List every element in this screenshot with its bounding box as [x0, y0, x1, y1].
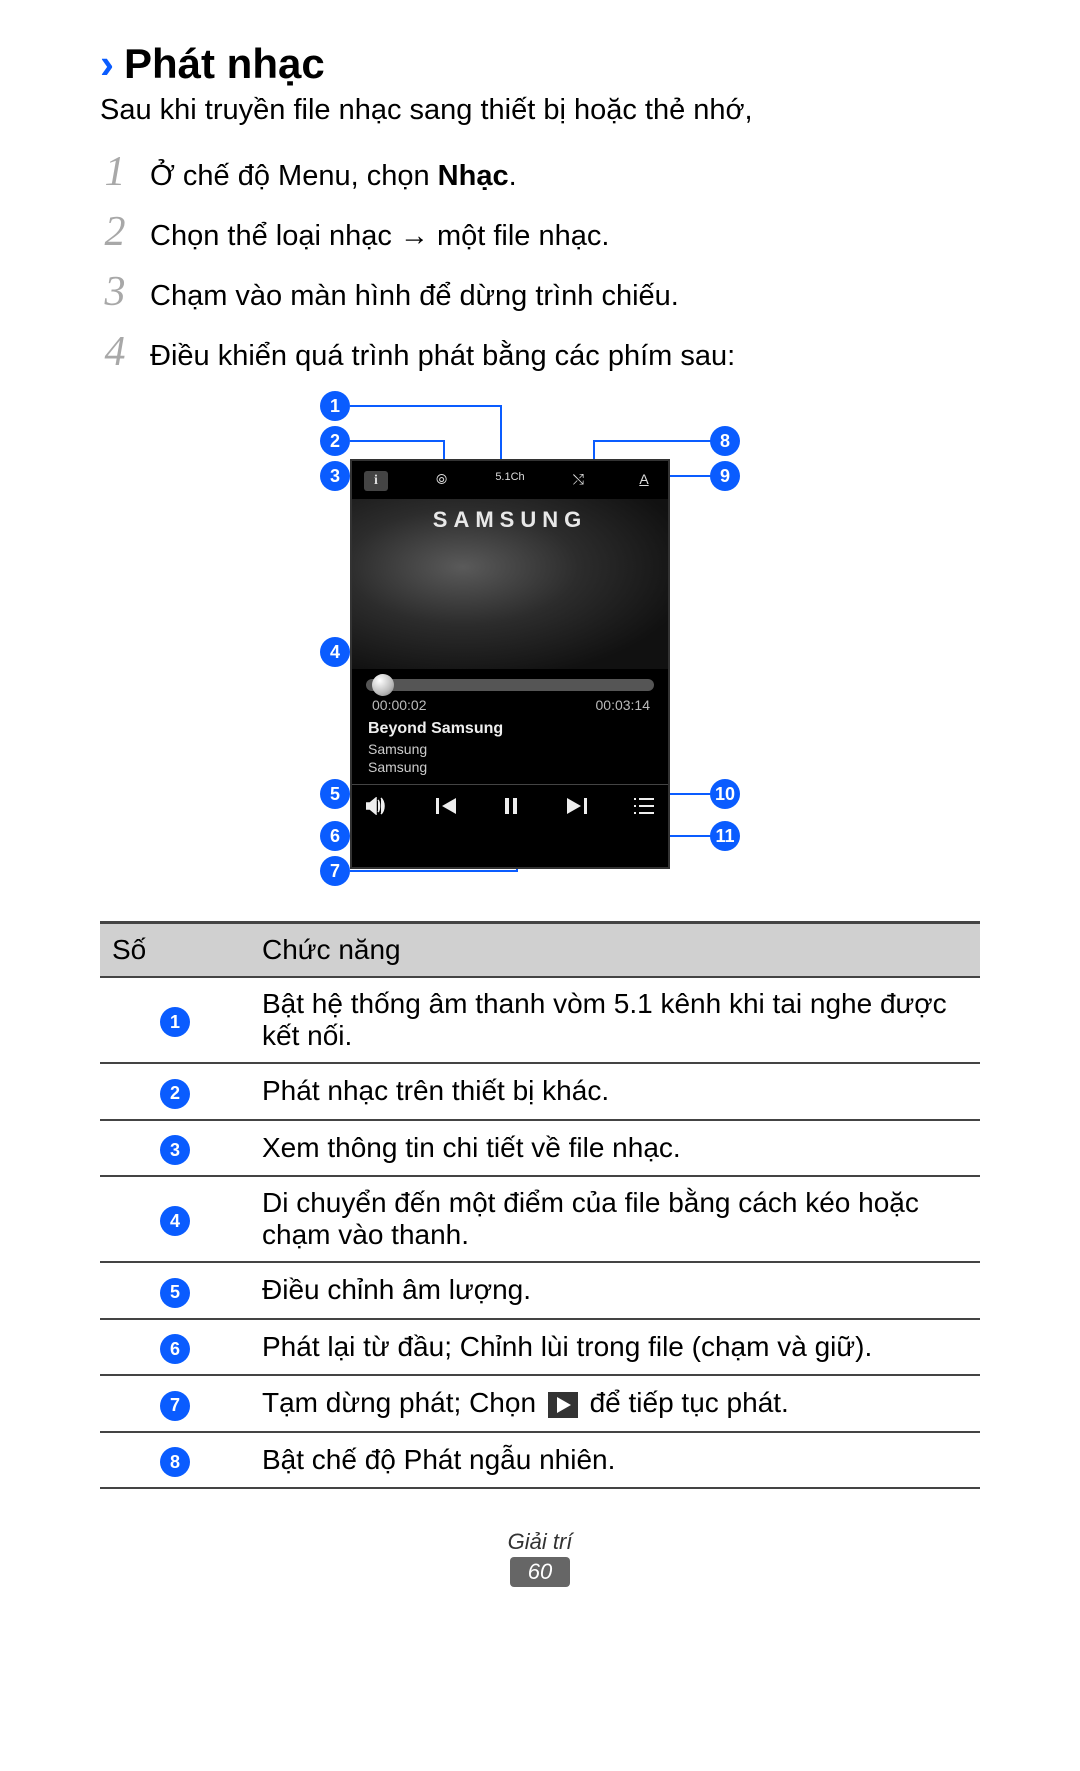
table-header-func: Chức năng [250, 923, 980, 978]
callout-badge-7: 7 [320, 856, 350, 886]
time-elapsed: 00:00:02 [372, 697, 427, 713]
callout-badge-2: 2 [320, 426, 350, 456]
shuffle-icon: ⤭ [566, 471, 590, 491]
album-cover: SAMSUNG [352, 499, 668, 669]
track-artist: Samsung [368, 740, 652, 758]
table-cell-func: Bật hệ thống âm thanh vòm 5.1 kênh khi t… [250, 977, 980, 1063]
step-4: 4 Điều khiển quá trình phát bằng các phí… [100, 331, 980, 373]
callout-badge: 7 [160, 1391, 190, 1421]
brand-text: SAMSUNG [433, 507, 587, 533]
progress-bar [366, 679, 654, 691]
table-cell-func: Điều chỉnh âm lượng. [250, 1262, 980, 1319]
callout-badge: 4 [160, 1206, 190, 1236]
player-mockup: i ⦾ 5.1Ch ⤭ A SAMSUNG 00:00:02 00:03:14 … [350, 459, 670, 869]
step-text: Điều khiển quá trình phát bằng các phím … [150, 340, 735, 373]
player-topbar: i ⦾ 5.1Ch ⤭ A [352, 461, 668, 499]
table-cell-num: 2 [100, 1063, 250, 1120]
table-cell-num: 7 [100, 1375, 250, 1432]
table-cell-num: 3 [100, 1120, 250, 1177]
step-number: 1 [100, 151, 130, 193]
table-row: 6 Phát lại từ đầu; Chỉnh lùi trong file (… [100, 1319, 980, 1376]
player-controls [352, 784, 668, 832]
callout-badge-8: 8 [710, 426, 740, 456]
callout-badge-9: 9 [710, 461, 740, 491]
table-cell-func: Tạm dừng phát; Chọn để tiếp tục phát. [250, 1375, 980, 1432]
step-number: 4 [100, 331, 130, 373]
callout-badge: 6 [160, 1334, 190, 1364]
callout-badge: 8 [160, 1447, 190, 1477]
step-number: 3 [100, 271, 130, 313]
callout-badge: 3 [160, 1135, 190, 1165]
step-text: Chạm vào màn hình để dừng trình chiếu. [150, 280, 679, 313]
time-row: 00:00:02 00:03:14 [352, 695, 668, 719]
table-cell-num: 4 [100, 1176, 250, 1262]
pause-icon [503, 798, 519, 819]
table-cell-func: Xem thông tin chi tiết về file nhạc. [250, 1120, 980, 1177]
table-cell-func: Phát lại từ đầu; Chỉnh lùi trong file (c… [250, 1319, 980, 1376]
functions-table: Số Chức năng 1 Bật hệ thống âm thanh vòm … [100, 921, 980, 1489]
table-row: 4 Di chuyển đến một điểm của file bằng cá… [100, 1176, 980, 1262]
track-album: Samsung [368, 758, 652, 776]
table-row: 7 Tạm dừng phát; Chọn để tiếp tục phát. [100, 1375, 980, 1432]
prev-icon [436, 798, 456, 819]
step-number: 2 [100, 211, 130, 253]
step-3: 3 Chạm vào màn hình để dừng trình chiếu. [100, 271, 980, 313]
volume-icon [366, 797, 388, 820]
callout-badge-4: 4 [320, 637, 350, 667]
repeat-icon: A [632, 471, 656, 491]
progress-knob [372, 674, 394, 696]
play-icon [548, 1392, 578, 1418]
page-footer: Giải trí 60 [100, 1529, 980, 1587]
next-icon [567, 798, 587, 819]
step-2: 2 Chọn thể loại nhạc → một file nhạc. [100, 211, 980, 253]
table-cell-num: 8 [100, 1432, 250, 1489]
step-text: Ở chế độ Menu, chọn Nhạc. [150, 160, 517, 193]
step-text: Chọn thể loại nhạc → một file nhạc. [150, 220, 609, 253]
table-cell-func: Bật chế độ Phát ngẫu nhiên. [250, 1432, 980, 1489]
callout-badge: 5 [160, 1278, 190, 1308]
table-cell-num: 6 [100, 1319, 250, 1376]
steps-list: 1 Ở chế độ Menu, chọn Nhạc. 2 Chọn thể l… [100, 151, 980, 373]
table-row: 2 Phát nhạc trên thiết bị khác. [100, 1063, 980, 1120]
track-meta: Beyond Samsung Samsung Samsung [352, 719, 668, 784]
section-heading: › Phát nhạc [100, 40, 980, 88]
table-row: 5 Điều chỉnh âm lượng. [100, 1262, 980, 1319]
chevron-right-icon: › [100, 43, 114, 85]
track-title: Beyond Samsung [368, 719, 652, 740]
callout-badge-3: 3 [320, 461, 350, 491]
footer-category: Giải trí [100, 1529, 980, 1555]
table-row: 1 Bật hệ thống âm thanh vòm 5.1 kênh khi … [100, 977, 980, 1063]
table-cell-func: Phát nhạc trên thiết bị khác. [250, 1063, 980, 1120]
table-cell-func: Di chuyển đến một điểm của file bằng các… [250, 1176, 980, 1262]
info-icon: i [364, 471, 388, 491]
callout-badge: 2 [160, 1079, 190, 1109]
time-total: 00:03:14 [596, 697, 651, 713]
table-cell-num: 1 [100, 977, 250, 1063]
player-diagram: 1 2 3 8 9 4 5 10 6 11 7 i ⦾ 5.1Ch ⤭ A SA… [230, 391, 850, 891]
cast-icon: ⦾ [430, 471, 454, 491]
step-1: 1 Ở chế độ Menu, chọn Nhạc. [100, 151, 980, 193]
callout-badge-11: 11 [710, 821, 740, 851]
callout-badge: 1 [160, 1007, 190, 1037]
surround-icon: 5.1Ch [495, 471, 524, 491]
table-row: 8 Bật chế độ Phát ngẫu nhiên. [100, 1432, 980, 1489]
callout-badge-10: 10 [710, 779, 740, 809]
footer-page-number: 60 [510, 1557, 570, 1587]
table-cell-num: 5 [100, 1262, 250, 1319]
heading-text: Phát nhạc [124, 40, 325, 88]
table-header-num: Số [100, 923, 250, 978]
list-icon [634, 798, 654, 819]
callout-badge-5: 5 [320, 779, 350, 809]
table-row: 3 Xem thông tin chi tiết về file nhạc. [100, 1120, 980, 1177]
callout-badge-1: 1 [320, 391, 350, 421]
intro-text: Sau khi truyền file nhạc sang thiết bị h… [100, 94, 980, 127]
callout-badge-6: 6 [320, 821, 350, 851]
